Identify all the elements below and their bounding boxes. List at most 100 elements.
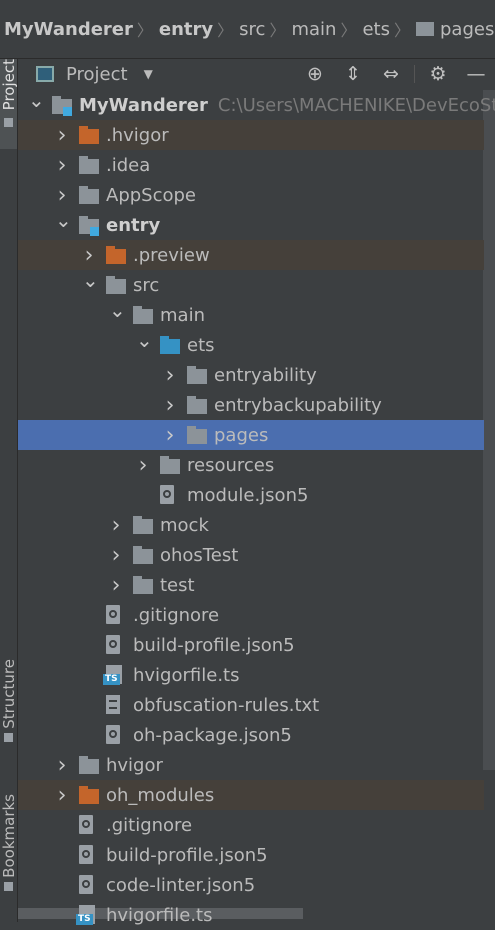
- toolbar-divider: [414, 65, 415, 83]
- tree-node-label: oh_modules: [106, 784, 215, 806]
- bookmarks-tab[interactable]: Bookmarks: [0, 794, 18, 922]
- breadcrumb-item[interactable]: MyWanderer: [4, 19, 133, 40]
- breadcrumb-item[interactable]: src: [239, 19, 265, 40]
- chevron-down-icon[interactable]: ⌄: [55, 208, 72, 232]
- module-badge-icon: [90, 227, 99, 236]
- tree-node[interactable]: › ohosTest: [18, 540, 484, 570]
- breadcrumb-item[interactable]: entry: [159, 19, 213, 40]
- chevron-right-icon[interactable]: ›: [55, 183, 69, 208]
- chevron-right-icon[interactable]: ›: [55, 783, 69, 808]
- tree-node[interactable]: ⌄ MyWanderer C:\Users\MACHENIKE\DevEcoSt: [18, 88, 495, 120]
- breadcrumb-separator-icon: 〉: [393, 21, 410, 40]
- breadcrumb-item[interactable]: pages: [415, 19, 494, 40]
- tree-node[interactable]: .gitignore: [18, 810, 484, 840]
- tree-node-label: mock: [160, 514, 209, 536]
- tree-node[interactable]: › hvigor: [18, 750, 484, 780]
- chevron-down-icon[interactable]: ▼: [144, 67, 153, 81]
- tree-node[interactable]: ⌄ ets: [18, 328, 484, 360]
- tree-node[interactable]: › pages: [18, 420, 484, 450]
- minimize-icon[interactable]: —: [457, 63, 495, 85]
- typescript-file-icon: TS: [76, 905, 95, 925]
- expand-all-icon[interactable]: ⇕: [334, 63, 372, 85]
- tree-node[interactable]: build-profile.json5: [18, 630, 484, 660]
- breadcrumb-separator-icon: 〉: [340, 21, 357, 40]
- chevron-right-icon[interactable]: ›: [109, 513, 123, 538]
- folder-icon: [133, 306, 153, 324]
- folder-icon: [79, 126, 99, 144]
- json-file-icon: [79, 845, 93, 864]
- tree-node[interactable]: module.json5: [18, 480, 484, 510]
- tree-node[interactable]: obfuscation-rules.txt: [18, 690, 484, 720]
- chevron-right-icon[interactable]: ›: [163, 363, 177, 388]
- tree-node-label: test: [160, 574, 195, 596]
- tree-node[interactable]: › AppScope: [18, 180, 484, 210]
- tree-node-label: .gitignore: [133, 604, 220, 626]
- json-file-icon: [106, 635, 120, 654]
- structure-tab-label: Structure: [0, 659, 18, 729]
- tree-node[interactable]: › test: [18, 570, 484, 600]
- tree-node[interactable]: .gitignore: [18, 600, 484, 630]
- tree-node-label: entry: [106, 214, 161, 236]
- breadcrumb-item[interactable]: main: [291, 19, 336, 40]
- tree-node[interactable]: TS hvigorfile.ts: [18, 660, 484, 690]
- chevron-down-icon[interactable]: ⌄: [28, 88, 45, 112]
- chevron-right-icon[interactable]: ›: [55, 753, 69, 778]
- chevron-right-icon[interactable]: ›: [109, 543, 123, 568]
- tree-node-label: .idea: [106, 154, 151, 176]
- tree-node[interactable]: › resources: [18, 450, 484, 480]
- tree-node[interactable]: › .preview: [18, 240, 484, 270]
- tree-node[interactable]: ⌄ entry: [18, 208, 484, 240]
- chevron-down-icon[interactable]: ⌄: [82, 268, 99, 292]
- chevron-right-icon[interactable]: ›: [163, 423, 177, 448]
- project-tree: ⌄ MyWanderer C:\Users\MACHENIKE\DevEcoSt ›.…: [18, 88, 495, 926]
- text-file-icon: [106, 695, 120, 714]
- breadcrumb-separator-icon: 〉: [269, 21, 286, 40]
- chevron-down-icon[interactable]: ⌄: [136, 328, 153, 352]
- breadcrumb-item[interactable]: ets: [362, 19, 390, 40]
- project-view-selector[interactable]: Project: [66, 64, 128, 85]
- tree-node-label: build-profile.json5: [133, 634, 295, 656]
- tree-node-label: hvigorfile.ts: [133, 664, 240, 686]
- chevron-right-icon[interactable]: ›: [136, 453, 150, 478]
- tree-node[interactable]: › mock: [18, 510, 484, 540]
- folder-icon: [79, 756, 99, 774]
- navigation-breadcrumb: MyWanderer 〉 entry 〉 src 〉 main 〉 ets 〉 pages: [0, 0, 495, 58]
- tree-node[interactable]: › .hvigor: [18, 120, 484, 150]
- tree-node[interactable]: › .idea: [18, 150, 484, 180]
- tree-node-label: .preview: [133, 244, 210, 266]
- structure-tab[interactable]: Structure: [0, 659, 18, 769]
- tree-node[interactable]: code-linter.json5: [18, 870, 484, 900]
- chevron-right-icon[interactable]: ›: [109, 573, 123, 598]
- tree-node-label: ohosTest: [160, 544, 239, 566]
- json-file-icon: [79, 875, 93, 894]
- tree-node[interactable]: › entryability: [18, 360, 484, 390]
- tree-node-label: hvigorfile.ts: [106, 904, 213, 926]
- tree-node-label: oh-package.json5: [133, 724, 292, 746]
- chevron-down-icon[interactable]: ⌄: [109, 298, 126, 322]
- gear-icon[interactable]: ⚙: [419, 63, 457, 85]
- tree-node[interactable]: ⌄ src: [18, 268, 484, 300]
- chevron-right-icon[interactable]: ›: [163, 393, 177, 418]
- tree-node[interactable]: build-profile.json5: [18, 840, 484, 870]
- folder-icon: [160, 456, 180, 474]
- vertical-scrollbar[interactable]: [483, 90, 495, 770]
- project-tab[interactable]: Project: [0, 59, 18, 149]
- folder-icon: [133, 516, 153, 534]
- breadcrumb-label: MyWanderer: [4, 18, 133, 40]
- tree-node[interactable]: TS hvigorfile.ts: [18, 900, 484, 930]
- chevron-right-icon[interactable]: ›: [55, 123, 69, 148]
- left-tool-stripe: Project Structure Bookmarks: [0, 59, 18, 922]
- collapse-all-icon[interactable]: ⇔: [372, 63, 410, 85]
- tree-node[interactable]: oh-package.json5: [18, 720, 484, 750]
- folder-icon: [133, 576, 153, 594]
- tree-node-label: src: [133, 274, 160, 296]
- tree-node[interactable]: ⌄ main: [18, 298, 484, 330]
- module-folder-icon: [52, 96, 72, 116]
- locate-icon[interactable]: ⊕: [296, 63, 334, 85]
- tree-node[interactable]: › entrybackupability: [18, 390, 484, 420]
- tree-node[interactable]: › oh_modules: [18, 780, 484, 810]
- folder-icon: [79, 186, 99, 204]
- chevron-right-icon[interactable]: ›: [82, 243, 96, 268]
- tree-node-label: build-profile.json5: [106, 844, 268, 866]
- chevron-right-icon[interactable]: ›: [55, 153, 69, 178]
